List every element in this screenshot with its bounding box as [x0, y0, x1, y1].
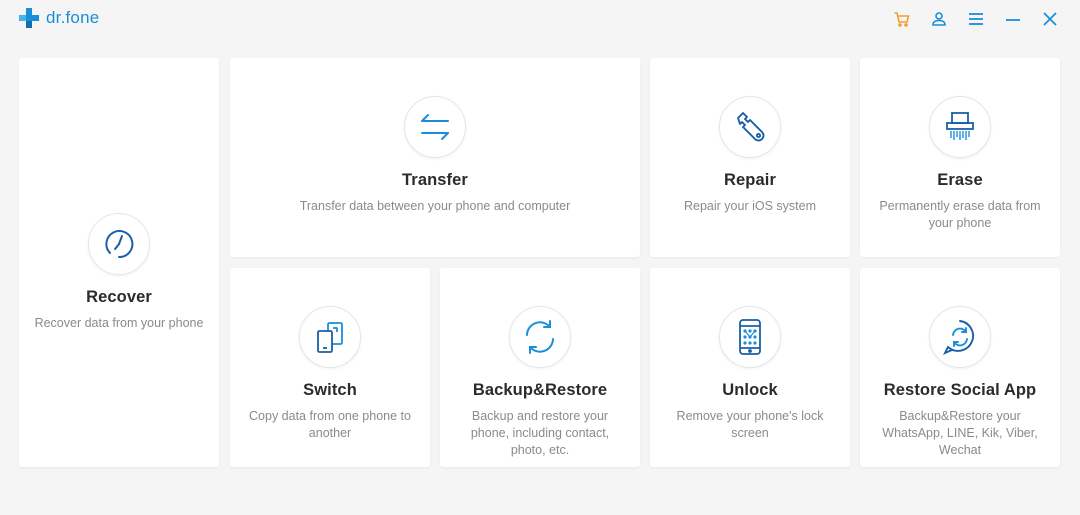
wrench-icon [737, 112, 765, 142]
restore-social-app-card[interactable]: Restore Social App Backup&Restore your W… [860, 268, 1060, 467]
unlock-desc: Remove your phone's lock screen [676, 409, 824, 440]
transfer-title: Transfer [402, 171, 468, 189]
erase-icon-circle [929, 96, 991, 158]
menu-icon [968, 13, 983, 25]
shredder-icon [946, 112, 974, 140]
social-desc: Backup&Restore your WhatsApp, LINE, Kik,… [882, 409, 1038, 457]
recover-card[interactable]: Recover Recover data from your phone [19, 58, 219, 467]
social-title: Restore Social App [883, 381, 1037, 399]
switch-desc: Copy data from one phone to another [249, 409, 411, 440]
transfer-desc: Transfer data between your phone and com… [299, 199, 571, 213]
app-name: dr.fone [46, 8, 100, 27]
backup-desc: Backup and restore your phone, including… [470, 409, 610, 457]
window-controls [883, 6, 1068, 32]
transfer-card[interactable]: Transfer Transfer data between your phon… [230, 58, 640, 257]
unlock-card[interactable]: Unlock Remove your phone's lock screen [650, 268, 850, 467]
switch-card[interactable]: Switch Copy data from one phone to anoth… [230, 268, 430, 467]
repair-icon-circle [719, 96, 781, 158]
clock-icon [105, 230, 134, 259]
sync-icon [526, 320, 554, 354]
unlock-icon-circle [719, 306, 781, 368]
close-button[interactable] [1031, 6, 1068, 32]
switch-icon-circle [299, 306, 361, 368]
close-icon [1042, 12, 1057, 26]
backup-restore-card[interactable]: Backup&Restore Backup and restore your p… [440, 268, 640, 467]
menu-button[interactable] [957, 6, 994, 32]
app-logo: dr.fone [18, 7, 99, 29]
recover-desc: Recover data from your phone [34, 316, 204, 330]
chat-sync-icon [942, 320, 975, 355]
transfer-arrows-icon [421, 114, 449, 140]
transfer-icon-circle [404, 96, 466, 158]
account-button[interactable] [920, 6, 957, 32]
erase-card[interactable]: Erase Permanently erase data from your p… [860, 58, 1060, 257]
recover-title: Recover [86, 288, 152, 306]
account-icon [931, 12, 946, 26]
phone-switch-icon [317, 322, 343, 353]
drfone-logo-icon [19, 8, 39, 28]
social-icon-circle [929, 306, 991, 368]
recover-icon-circle [88, 213, 150, 275]
backup-title: Backup&Restore [472, 381, 608, 399]
phone-lock-icon [739, 319, 761, 355]
backup-icon-circle [509, 306, 571, 368]
repair-card[interactable]: Repair Repair your iOS system [650, 58, 850, 257]
cart-button[interactable] [883, 6, 920, 32]
switch-title: Switch [303, 381, 357, 399]
minimize-icon [1005, 19, 1020, 21]
cart-icon [894, 12, 910, 27]
repair-title: Repair [724, 171, 776, 189]
repair-desc: Repair your iOS system [684, 199, 816, 213]
erase-desc: Permanently erase data from your phone [879, 199, 1041, 230]
unlock-title: Unlock [722, 381, 778, 399]
title-bar: dr.fone [0, 0, 1080, 40]
minimize-button[interactable] [994, 6, 1031, 32]
erase-title: Erase [937, 171, 983, 189]
